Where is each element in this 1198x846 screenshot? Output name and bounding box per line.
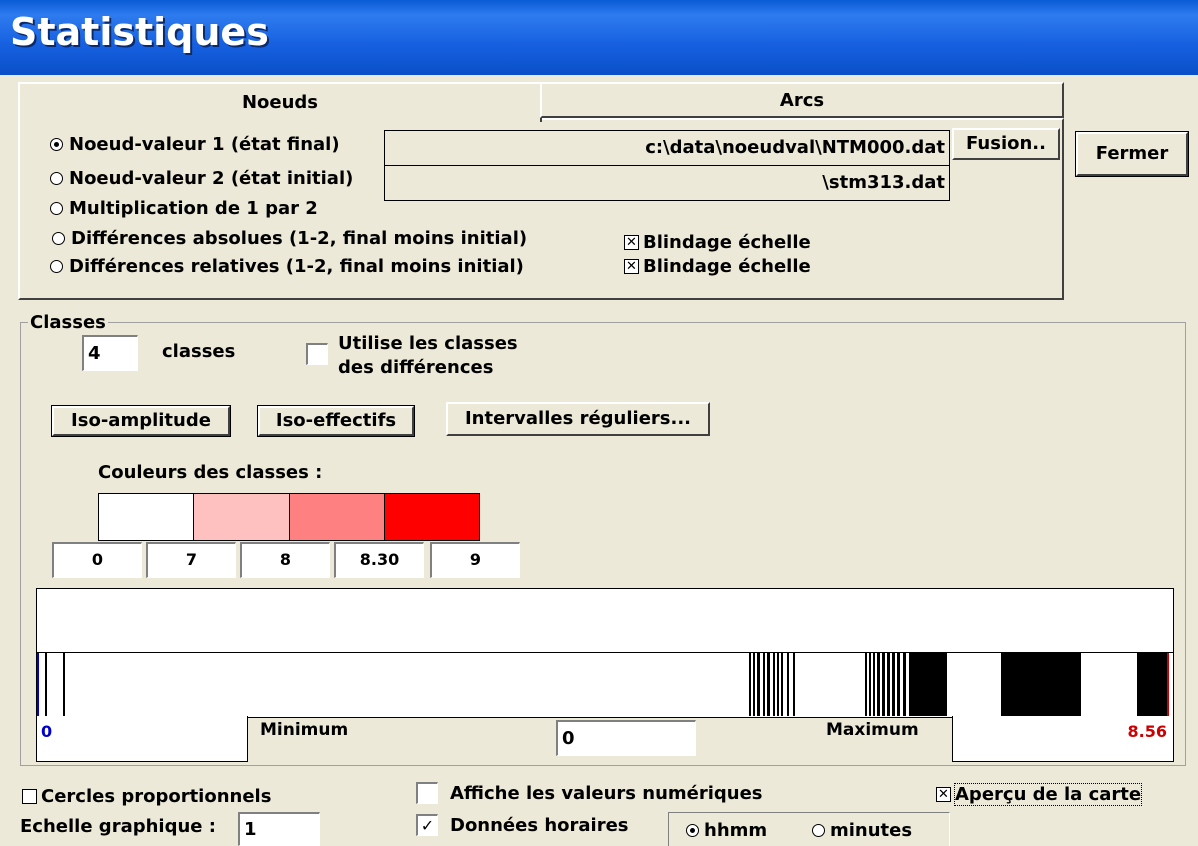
blindage-echelle-2-checkbox[interactable]: ✕ bbox=[624, 259, 639, 274]
file-1-field[interactable]: c:\data\noeudval\NTM000.dat bbox=[384, 130, 950, 166]
file-2-field[interactable]: \stm313.dat bbox=[384, 165, 950, 201]
radio-noeud-valeur-2[interactable] bbox=[50, 172, 63, 185]
echelle-graphique-label: Echelle graphique : bbox=[20, 816, 216, 837]
min-marker bbox=[37, 653, 39, 716]
fermer-button[interactable]: Fermer bbox=[1075, 131, 1189, 177]
cercles-proportionnels-checkbox[interactable] bbox=[22, 789, 37, 804]
classes-group-label: Classes bbox=[28, 312, 108, 333]
radio-multiplication[interactable] bbox=[50, 202, 63, 215]
class-color-swatches bbox=[98, 493, 480, 541]
radio-differences-relatives[interactable] bbox=[50, 260, 63, 273]
class-color-4[interactable] bbox=[384, 494, 479, 540]
class-bound-4[interactable]: 9 bbox=[430, 542, 520, 578]
radio-differences-absolues[interactable] bbox=[52, 232, 65, 245]
option-differences-relatives[interactable]: Différences relatives (1-2, final moins … bbox=[50, 256, 524, 277]
option-differences-absolues[interactable]: Différences absolues (1-2, final moins i… bbox=[52, 228, 527, 249]
radio-hhmm[interactable] bbox=[686, 824, 699, 837]
blindage-echelle-1-checkbox[interactable]: ✕ bbox=[624, 235, 639, 250]
max-marker bbox=[1167, 653, 1169, 716]
class-bound-1[interactable]: 7 bbox=[146, 542, 236, 578]
distribution-strip bbox=[37, 652, 1173, 716]
maximum-value-field[interactable]: 8.56 bbox=[952, 716, 1174, 762]
affiche-valeurs-checkbox[interactable] bbox=[416, 782, 438, 804]
echelle-graphique-input[interactable]: 1 bbox=[238, 812, 320, 846]
class-bound-0[interactable]: 0 bbox=[52, 542, 142, 578]
option-noeud-valeur-1[interactable]: Noeud-valeur 1 (état final) bbox=[50, 134, 340, 155]
class-color-2[interactable] bbox=[194, 494, 290, 540]
donnees-horaires[interactable]: ✓ Données horaires bbox=[416, 814, 629, 836]
maximum-label: Maximum bbox=[826, 720, 919, 740]
tab-noeuds[interactable]: Noeuds bbox=[18, 82, 542, 122]
intervalles-reguliers-button[interactable]: Intervalles réguliers... bbox=[446, 402, 710, 436]
tab-arcs[interactable]: Arcs bbox=[540, 82, 1064, 118]
blindage-echelle-2[interactable]: ✕ Blindage échelle bbox=[624, 256, 811, 277]
class-color-3[interactable] bbox=[289, 494, 385, 540]
option-multiplication[interactable]: Multiplication de 1 par 2 bbox=[50, 198, 318, 219]
fusion-button[interactable]: Fusion.. bbox=[952, 128, 1060, 160]
minimum-value-field[interactable]: 0 bbox=[36, 716, 248, 762]
class-bound-2[interactable]: 8 bbox=[240, 542, 330, 578]
classes-count-label: classes bbox=[162, 341, 236, 362]
apercu-carte[interactable]: ✕ Aperçu de la carte bbox=[936, 783, 1143, 806]
iso-effectifs-button[interactable]: Iso-effectifs bbox=[257, 405, 415, 437]
window-title: Statistiques bbox=[10, 10, 269, 54]
utilise-classes-checkbox[interactable] bbox=[306, 343, 328, 365]
class-bound-3[interactable]: 8.30 bbox=[334, 542, 424, 578]
classes-count-input[interactable]: 4 bbox=[82, 335, 138, 371]
option-noeud-valeur-2[interactable]: Noeud-valeur 2 (état initial) bbox=[50, 168, 353, 189]
option-minutes[interactable]: minutes bbox=[812, 820, 912, 841]
couleurs-label: Couleurs des classes : bbox=[98, 462, 323, 483]
middle-value-field[interactable]: 0 bbox=[556, 720, 696, 756]
utilise-classes-label: Utilise les classes des différences bbox=[338, 333, 518, 378]
class-color-1[interactable] bbox=[99, 494, 195, 540]
blindage-echelle-1[interactable]: ✕ Blindage échelle bbox=[624, 232, 811, 253]
option-hhmm[interactable]: hhmm bbox=[686, 820, 767, 841]
radio-minutes[interactable] bbox=[812, 824, 825, 837]
radio-noeud-valeur-1[interactable] bbox=[50, 138, 63, 151]
minimum-label: Minimum bbox=[260, 720, 349, 740]
donnees-horaires-checkbox[interactable]: ✓ bbox=[416, 814, 438, 836]
cercles-proportionnels[interactable]: Cercles proportionnels bbox=[22, 786, 271, 807]
affiche-valeurs[interactable]: Affiche les valeurs numériques bbox=[416, 782, 763, 804]
iso-amplitude-button[interactable]: Iso-amplitude bbox=[51, 405, 231, 437]
apercu-carte-checkbox[interactable]: ✕ bbox=[936, 787, 951, 802]
